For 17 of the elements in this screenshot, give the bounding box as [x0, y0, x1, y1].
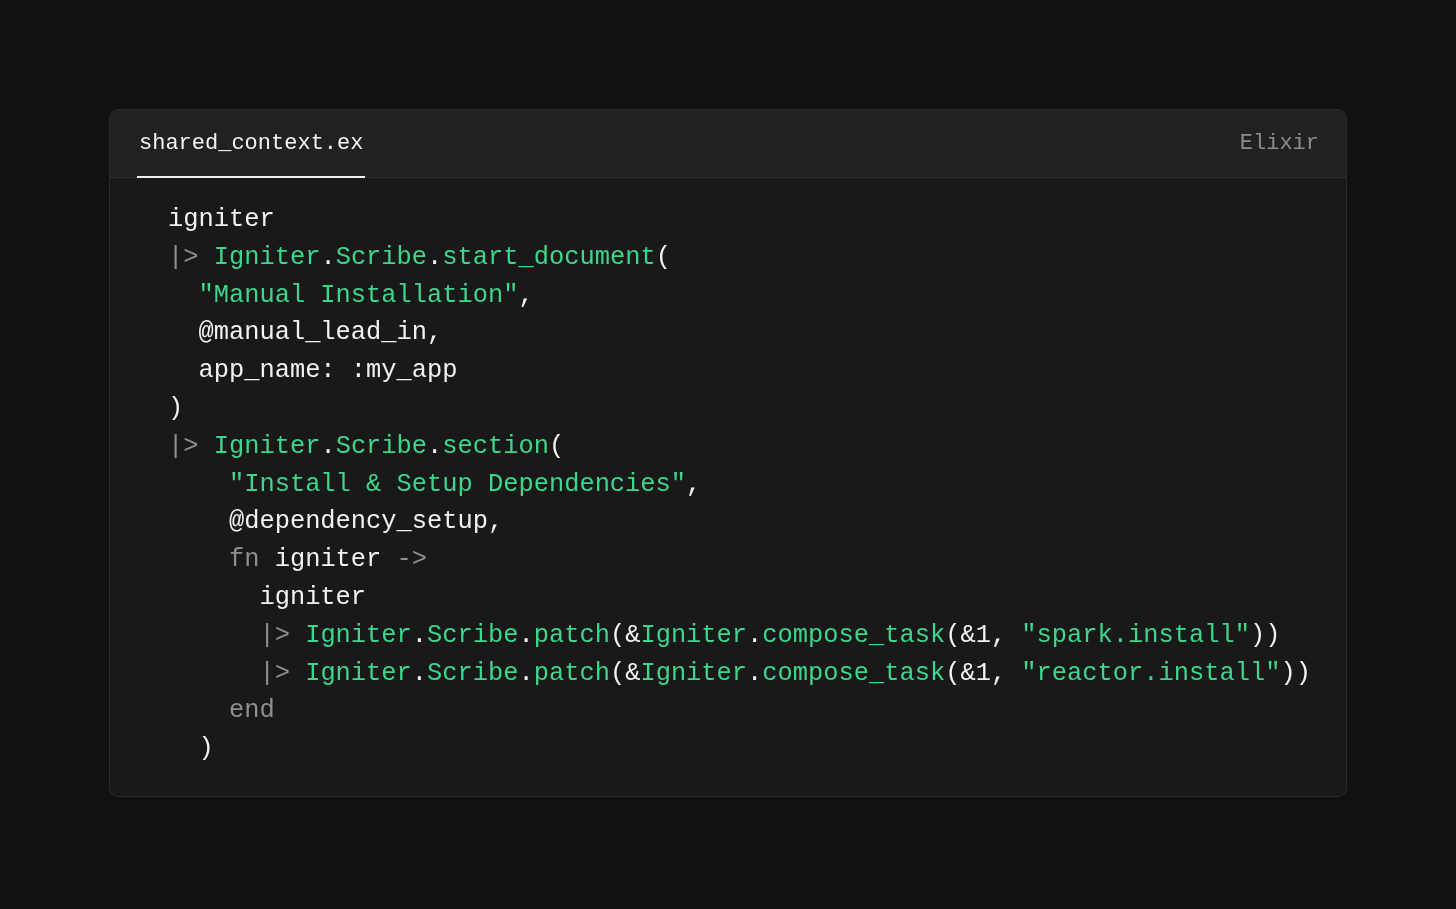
code-line: fn igniter -> [227, 544, 428, 577]
code-line: @dependency_setup, [227, 506, 504, 539]
code-line: end [227, 695, 275, 728]
code-line: |> Igniter.Scribe.section( [168, 430, 565, 463]
code-line: ) [197, 733, 214, 766]
code-line: ) [168, 393, 184, 425]
code-line: "Install & Setup Dependencies", [227, 468, 702, 501]
file-tab[interactable]: shared_context.ex [137, 110, 366, 178]
code-line: @manual_lead_in, [197, 317, 443, 350]
code-line: |> Igniter.Scribe.patch(&Igniter.compose_task(&1, "spark.install")) [258, 619, 1281, 652]
code-line: "Manual Installation", [197, 279, 534, 312]
language-label: Elixir [1239, 131, 1319, 156]
code-line: igniter [168, 204, 275, 236]
code-line: app_name: :my_app [197, 355, 458, 388]
code-line: |> Igniter.Scribe.start_document( [168, 241, 671, 274]
code-line: igniter [258, 581, 367, 614]
code-line: |> Igniter.Scribe.patch(&Igniter.compose_task(&1, "reactor.install")) [258, 657, 1311, 690]
